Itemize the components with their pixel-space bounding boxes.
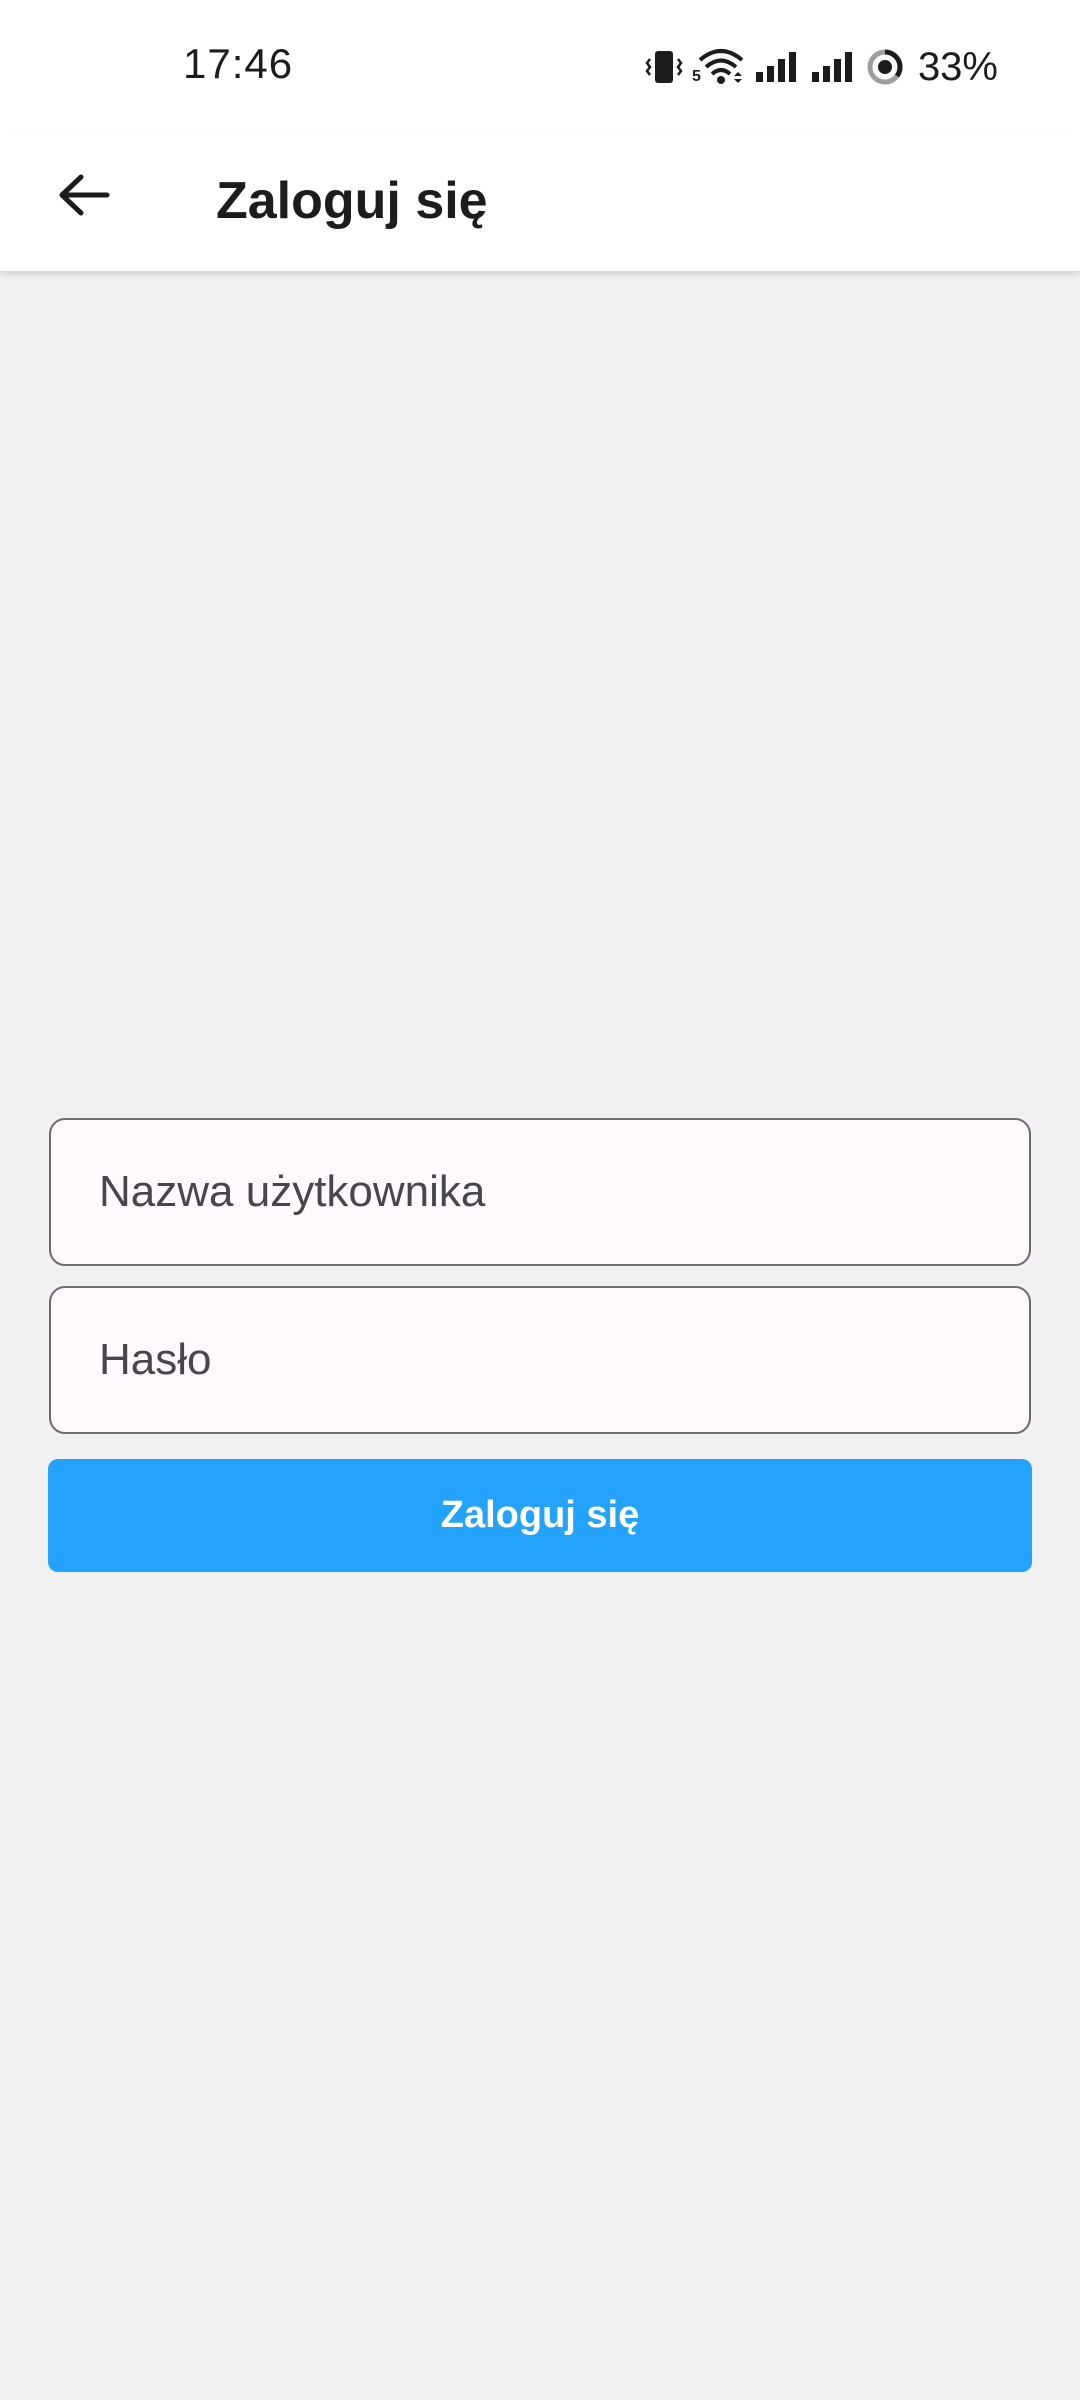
arrow-left-icon: [57, 172, 111, 223]
back-button[interactable]: [44, 157, 124, 237]
battery-percent: 33%: [917, 44, 998, 89]
status-time: 17:46: [183, 40, 294, 87]
username-input[interactable]: [97, 1166, 983, 1218]
login-button[interactable]: Zaloguj się: [48, 1459, 1032, 1572]
login-button-label: Zaloguj się: [440, 1494, 640, 1536]
page-title: Zaloguj się: [216, 172, 488, 230]
app-bar: Zaloguj się: [0, 135, 1080, 271]
wifi-generation-badge: 5: [691, 68, 701, 85]
signal-icon: [754, 50, 800, 84]
battery-saver-icon: [866, 48, 904, 86]
status-icons: 5 33%: [644, 44, 998, 90]
signal-icon: [810, 50, 856, 84]
vibrate-icon: [644, 49, 684, 85]
password-input[interactable]: [97, 1334, 983, 1386]
username-field[interactable]: [49, 1118, 1031, 1266]
wifi-icon: 5: [691, 48, 744, 86]
password-field[interactable]: [49, 1286, 1031, 1434]
status-bar: 17:46 5 33%: [0, 0, 1080, 135]
